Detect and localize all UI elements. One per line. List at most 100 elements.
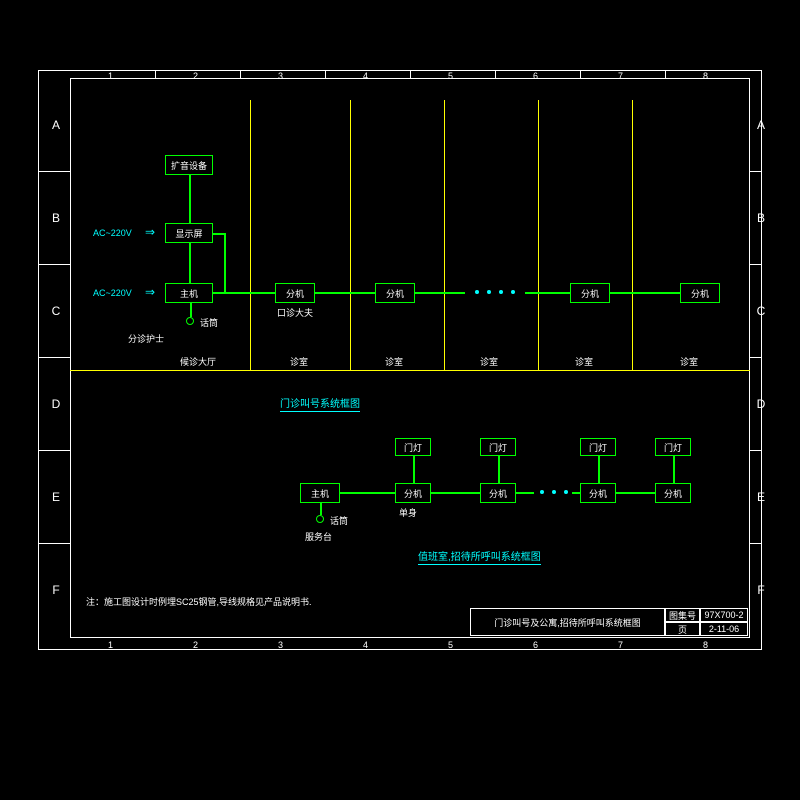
col-num-bot: 6 <box>533 640 538 650</box>
zone-baseline <box>70 370 750 371</box>
grid-tick <box>410 70 411 78</box>
col-num-top: 7 <box>618 71 623 81</box>
titleblock-setlbl: 图集号 <box>665 608 700 622</box>
branch-block: 分机 <box>395 483 431 503</box>
titleblock-page: 2-11-06 <box>700 622 748 636</box>
microphone-icon <box>186 317 194 325</box>
grid-tick <box>240 70 241 78</box>
microphone-icon <box>316 515 324 523</box>
grid-tick <box>38 450 70 451</box>
grid-tick <box>750 264 762 265</box>
col-num-top: 3 <box>278 71 283 81</box>
wire <box>320 503 322 515</box>
row-letter-right: B <box>751 211 771 225</box>
wire <box>572 492 580 494</box>
wire <box>498 456 500 483</box>
titleblock-set: 97X700-2 <box>700 608 748 622</box>
ellipsis-icon <box>475 290 515 294</box>
row-letter-left: C <box>46 304 66 318</box>
desk-label: 服务台 <box>305 530 332 543</box>
col-num-bot: 4 <box>363 640 368 650</box>
host-block: 主机 <box>300 483 340 503</box>
wire <box>673 456 675 483</box>
col-num-bot: 5 <box>448 640 453 650</box>
row-letter-left: E <box>46 490 66 504</box>
grid-tick <box>495 70 496 78</box>
wire <box>431 492 480 494</box>
branch-block: 分机 <box>680 283 720 303</box>
wire <box>415 292 465 294</box>
wire <box>213 233 226 235</box>
grid-tick <box>155 70 156 78</box>
col-num-bot: 1 <box>108 640 113 650</box>
mic-label: 话筒 <box>200 316 218 329</box>
grid-tick <box>750 171 762 172</box>
titleblock-main: 门诊叫号及公寓,招待所呼叫系统框图 <box>470 608 665 636</box>
host-block: 主机 <box>165 283 213 303</box>
row-letter-right: C <box>751 304 771 318</box>
zone-divider <box>632 100 633 370</box>
col-num-bot: 7 <box>618 640 623 650</box>
wire <box>340 492 395 494</box>
grid-tick <box>750 357 762 358</box>
col-num-bot: 2 <box>193 640 198 650</box>
wire <box>610 292 680 294</box>
diagram-title: 门诊叫号系统框图 <box>280 395 360 412</box>
row-letter-left: D <box>46 397 66 411</box>
light-block: 门灯 <box>655 438 691 456</box>
row-letter-left: F <box>46 583 66 597</box>
grid-tick <box>325 70 326 78</box>
col-num-top: 4 <box>363 71 368 81</box>
col-num-top: 8 <box>703 71 708 81</box>
grid-tick <box>580 70 581 78</box>
grid-tick <box>750 543 762 544</box>
zone-divider <box>350 100 351 370</box>
wire <box>315 292 375 294</box>
grid-tick <box>38 543 70 544</box>
wire <box>616 492 655 494</box>
drawing-canvas: 1 2 3 4 5 6 7 8 1 2 3 4 5 6 7 8 A B C D … <box>0 0 800 800</box>
note-text: 注：施工图设计时例埋SC25钢管,导线规格见产品说明书. <box>86 595 312 608</box>
light-block: 门灯 <box>580 438 616 456</box>
light-block: 门灯 <box>395 438 431 456</box>
grid-tick <box>750 450 762 451</box>
zone-label: 诊室 <box>385 355 403 368</box>
branch-block: 分机 <box>480 483 516 503</box>
arrow-icon: ⇒ <box>145 286 155 298</box>
single-label: 单身 <box>399 506 417 519</box>
wire <box>224 233 226 293</box>
zone-divider <box>250 100 251 370</box>
wire <box>213 292 275 294</box>
doctor-label: 口诊大夫 <box>277 306 313 319</box>
zone-label: 诊室 <box>680 355 698 368</box>
zone-divider <box>444 100 445 370</box>
arrow-icon: ⇒ <box>145 226 155 238</box>
grid-tick <box>38 264 70 265</box>
wire <box>190 303 192 317</box>
wire <box>413 456 415 483</box>
branch-block: 分机 <box>275 283 315 303</box>
branch-block: 分机 <box>655 483 691 503</box>
col-num-top: 6 <box>533 71 538 81</box>
col-num-top: 2 <box>193 71 198 81</box>
power-label: AC~220V <box>93 228 132 238</box>
light-block: 门灯 <box>480 438 516 456</box>
grid-tick <box>665 70 666 78</box>
zone-label: 诊室 <box>290 355 308 368</box>
col-num-bot: 8 <box>703 640 708 650</box>
col-num-top: 1 <box>108 71 113 81</box>
titleblock-pagelbl: 页 <box>665 622 700 636</box>
branch-block: 分机 <box>580 483 616 503</box>
wire <box>189 243 191 283</box>
zone-divider <box>538 100 539 370</box>
amp-block: 扩音设备 <box>165 155 213 175</box>
zone-label: 候诊大厅 <box>180 355 216 368</box>
ellipsis-icon <box>540 490 568 494</box>
wire <box>525 292 570 294</box>
row-letter-right: F <box>751 583 771 597</box>
row-letter-right: D <box>751 397 771 411</box>
nurse-label: 分诊护士 <box>128 332 164 345</box>
power-label: AC~220V <box>93 288 132 298</box>
grid-tick <box>38 171 70 172</box>
col-num-top: 5 <box>448 71 453 81</box>
